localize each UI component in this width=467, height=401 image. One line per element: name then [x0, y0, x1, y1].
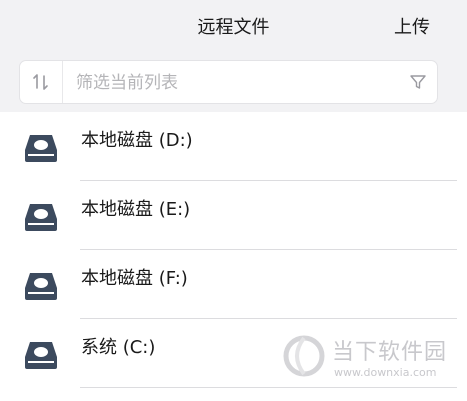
drive-list: 本地磁盘 (D:) 本地磁盘 (E:) 本地磁盘 (F:) 系统 (C:) — [0, 112, 467, 401]
sort-button[interactable] — [20, 61, 63, 103]
filter-bar — [19, 60, 438, 105]
hard-disk-icon — [25, 342, 57, 369]
hard-disk-icon — [25, 204, 57, 231]
drive-label: 系统 (C:) — [81, 337, 156, 358]
sort-arrows-icon — [33, 74, 48, 90]
header-bar: 远程文件 上传 — [0, 0, 467, 52]
divider — [80, 387, 457, 388]
hard-disk-icon — [25, 135, 57, 162]
list-item[interactable]: 本地磁盘 (E:) — [0, 181, 467, 250]
filter-input[interactable] — [74, 61, 378, 105]
drive-label: 本地磁盘 (F:) — [81, 268, 188, 289]
drive-label: 本地磁盘 (D:) — [81, 130, 193, 151]
drive-label: 本地磁盘 (E:) — [81, 199, 191, 220]
upload-button[interactable]: 上传 — [394, 13, 430, 39]
list-item[interactable]: 本地磁盘 (F:) — [0, 250, 467, 319]
list-item[interactable]: 本地磁盘 (D:) — [0, 112, 467, 181]
list-item[interactable]: 系统 (C:) — [0, 319, 467, 388]
hard-disk-icon — [25, 273, 57, 300]
funnel-icon[interactable] — [409, 73, 427, 91]
